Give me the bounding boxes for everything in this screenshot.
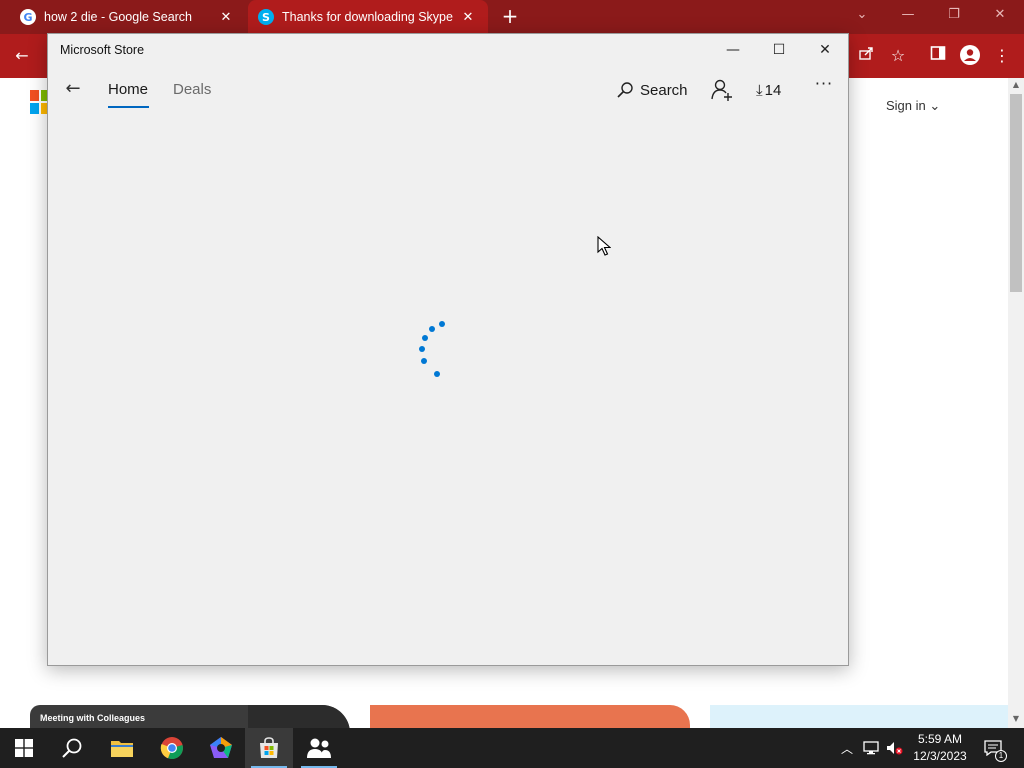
downloads-count: 14 (764, 81, 782, 99)
tab-home[interactable]: Home (108, 81, 148, 98)
active-tab-indicator (108, 106, 149, 108)
more-options-icon[interactable]: ··· (812, 74, 836, 98)
tab-google-search[interactable]: G how 2 die - Google Search ✕ (0, 0, 246, 34)
taskbar-search-button[interactable] (48, 728, 96, 768)
search-label: Search (640, 81, 688, 99)
minimize-button[interactable]: — (710, 34, 756, 66)
browser-restore-button[interactable]: ❐ (932, 0, 976, 30)
close-button[interactable]: ✕ (802, 34, 848, 66)
search-button[interactable]: Search (616, 79, 688, 101)
browser-minimize-button[interactable]: — (886, 0, 930, 30)
window-title: Microsoft Store (60, 43, 145, 57)
account-add-icon[interactable] (710, 78, 734, 102)
people-teams-icon[interactable] (295, 728, 343, 768)
close-tab-icon[interactable]: ✕ (460, 10, 476, 25)
tab-deals[interactable]: Deals (173, 81, 211, 98)
download-icon: ⤓ (756, 81, 763, 99)
search-icon (617, 82, 633, 98)
maximize-button[interactable]: ☐ (756, 34, 802, 66)
google-icon: G (20, 9, 36, 25)
app-pentagon-icon[interactable] (197, 728, 245, 768)
clock-date: 12/3/2023 (913, 749, 967, 763)
promo-card-orange[interactable] (370, 705, 690, 728)
skype-icon: S (258, 9, 274, 25)
profile-icon[interactable] (958, 44, 982, 68)
meeting-card[interactable]: Meeting with Colleagues (30, 705, 350, 728)
card-title: Meeting with Colleagues (40, 713, 146, 723)
scroll-thumb[interactable] (1010, 94, 1022, 292)
network-icon[interactable] (860, 728, 882, 768)
share-icon[interactable] (854, 44, 878, 68)
system-clock[interactable]: 5:59 AM 12/3/2023 (908, 731, 972, 765)
new-tab-button[interactable]: + (498, 4, 522, 28)
close-tab-icon[interactable]: ✕ (218, 10, 234, 25)
tab-title: Thanks for downloading Skype (282, 10, 453, 24)
sign-in-link[interactable]: Sign in ⌄ (886, 98, 940, 114)
tab-title: how 2 die - Google Search (44, 10, 193, 24)
tab-search-icon[interactable]: ⌄ (840, 0, 884, 30)
downloads-button[interactable]: ⤓ 14 (756, 79, 781, 101)
tab-skype[interactable]: S Thanks for downloading Skype ✕ (248, 0, 488, 34)
volume-muted-icon[interactable] (884, 728, 906, 768)
browser-tabstrip: G how 2 die - Google Search ✕ S Thanks f… (0, 0, 1024, 34)
card-panel (248, 705, 350, 728)
search-icon (62, 738, 82, 758)
notification-center-icon[interactable] (980, 728, 1006, 768)
browser-menu-icon[interactable]: ⋮ (990, 44, 1014, 68)
loading-spinner (408, 314, 458, 384)
clock-time: 5:59 AM (917, 732, 963, 746)
windows-logo-icon (15, 739, 33, 757)
side-panel-icon[interactable] (926, 44, 950, 68)
bookmark-star-icon[interactable]: ☆ (886, 44, 910, 68)
scroll-down-icon[interactable]: ▼ (1008, 712, 1024, 726)
show-hidden-icons-chevron-icon[interactable]: ︿ (838, 728, 856, 768)
start-button[interactable] (0, 728, 48, 768)
microsoft-store-taskbar-icon[interactable] (245, 728, 293, 768)
chrome-icon[interactable] (148, 728, 196, 768)
browser-close-button[interactable]: ✕ (978, 0, 1022, 30)
windows-taskbar: ︿ 5:59 AM 12/3/2023 1 (0, 728, 1024, 768)
notification-count-badge: 1 (995, 750, 1007, 762)
file-explorer-icon[interactable] (98, 728, 146, 768)
microsoft-store-window: Microsoft Store — ☐ ✕ ← Home Deals Searc… (47, 33, 849, 666)
back-arrow-icon[interactable]: ← (10, 44, 34, 68)
page-scrollbar[interactable]: ▲ ▼ (1008, 78, 1024, 728)
mouse-cursor-icon (597, 236, 611, 256)
scroll-up-icon[interactable]: ▲ (1008, 78, 1024, 92)
promo-card-light-blue[interactable] (710, 705, 1008, 728)
back-arrow-icon[interactable]: ← (62, 78, 84, 100)
